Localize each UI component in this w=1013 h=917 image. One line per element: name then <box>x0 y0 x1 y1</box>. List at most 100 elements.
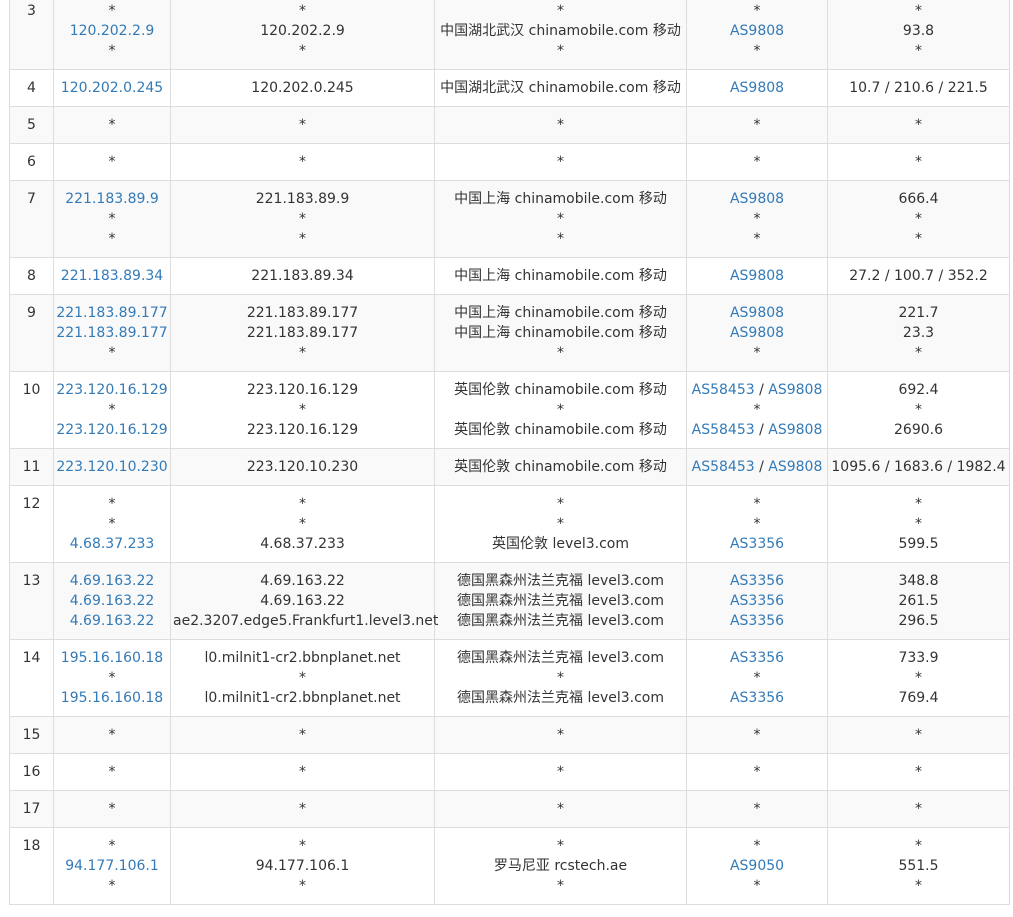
latency-cell: 27.2 / 100.7 / 352.2 <box>827 257 1010 295</box>
asn-link[interactable]: AS9808 <box>730 23 784 39</box>
hop-row: 17 * * * * * <box>9 790 1010 828</box>
asn-line: * <box>689 152 825 172</box>
latency-text: * <box>915 402 922 418</box>
ip-address-link[interactable]: 223.120.10.230 <box>56 457 168 477</box>
latency-text: * <box>915 764 922 780</box>
asn-link[interactable]: AS58453 <box>692 422 755 438</box>
asn-link[interactable]: AS9808 <box>768 422 822 438</box>
asn-line: AS9050 <box>689 856 825 876</box>
latency-text: 692.4 <box>898 382 939 398</box>
latency-cell: 666.4 * * <box>827 180 1010 258</box>
asn-line: AS3356 <box>689 688 825 708</box>
ip-address-link[interactable]: 120.202.0.245 <box>56 78 168 98</box>
latency-cell: * 93.8 * <box>827 0 1010 70</box>
latency-text: * <box>915 801 922 817</box>
ip-address-link[interactable]: 195.16.160.18 <box>56 688 168 708</box>
ip-address-link[interactable]: 221.183.89.177 <box>56 323 168 343</box>
latency-text: 221.7 <box>898 305 939 321</box>
asn-link[interactable]: AS3356 <box>730 690 784 706</box>
ip-address-link[interactable]: 221.183.89.177 <box>56 303 168 323</box>
location-text: 英国伦敦 level3.com <box>492 536 629 552</box>
asn-line: * <box>689 799 825 819</box>
hostname-text: * <box>299 231 306 247</box>
asn-link[interactable]: AS3356 <box>730 613 784 629</box>
hop-number: 13 <box>9 562 54 640</box>
asn-link[interactable]: AS9808 <box>768 382 822 398</box>
ip-address-text: * <box>108 3 116 19</box>
hostname-text: 4.69.163.22 <box>260 593 345 609</box>
ip-address-cell: * * 4.68.37.233 <box>53 485 171 563</box>
asn-text: * <box>753 516 761 532</box>
ip-address-link[interactable]: 223.120.16.129 <box>56 380 168 400</box>
ip-address-cell: 195.16.160.18 * 195.16.160.18 <box>53 639 171 717</box>
hostname-text: * <box>299 764 306 780</box>
latency-text: 599.5 <box>898 536 939 552</box>
hop-number: 8 <box>9 257 54 295</box>
asn-link[interactable]: AS3356 <box>730 536 784 552</box>
hostname-cell: 221.183.89.177 221.183.89.177 * <box>170 294 435 372</box>
ip-address-link[interactable]: 4.69.163.22 <box>56 571 168 591</box>
location-text: 中国上海 chinamobile.com 移动 <box>454 191 667 207</box>
ip-address-link[interactable]: 195.16.160.18 <box>56 648 168 668</box>
ip-address-text: * <box>108 402 116 418</box>
asn-link[interactable]: AS9808 <box>730 325 784 341</box>
asn-cell: * AS9808 * <box>686 0 828 70</box>
latency-text: 551.5 <box>898 858 939 874</box>
latency-text: 1095.6 / 1683.6 / 1982.4 <box>831 459 1006 475</box>
asn-link[interactable]: AS9808 <box>730 268 784 284</box>
location-cell: 德国黑森州法兰克福 level3.com * 德国黑森州法兰克福 level3.co… <box>434 639 687 717</box>
ip-address-cell: 221.183.89.177 221.183.89.177 * <box>53 294 171 372</box>
ip-address-text: * <box>108 345 116 361</box>
ip-address-text: * <box>108 801 116 817</box>
hostname-cell: * <box>170 716 435 754</box>
asn-line: AS9808 <box>689 303 825 323</box>
ip-address-link[interactable]: 223.120.16.129 <box>56 420 168 440</box>
ip-address-link[interactable]: 94.177.106.1 <box>56 856 168 876</box>
hop-number: 6 <box>9 143 54 181</box>
latency-text: * <box>915 838 922 854</box>
ip-address-link[interactable]: 120.202.2.9 <box>56 21 168 41</box>
asn-link[interactable]: AS9808 <box>768 459 822 475</box>
asn-text: * <box>753 43 761 59</box>
hostname-text: * <box>299 117 306 133</box>
ip-address-link[interactable]: 221.183.89.9 <box>56 189 168 209</box>
hop-number: 9 <box>9 294 54 372</box>
ip-address-link[interactable]: 4.69.163.22 <box>56 591 168 611</box>
hop-number: 7 <box>9 180 54 258</box>
asn-link[interactable]: AS3356 <box>730 650 784 666</box>
latency-text: 348.8 <box>898 573 939 589</box>
asn-link[interactable]: AS58453 <box>692 382 755 398</box>
asn-text: * <box>753 211 761 227</box>
ip-address-text: * <box>108 43 116 59</box>
location-text: * <box>557 727 564 743</box>
asn-text: * <box>753 3 761 19</box>
asn-line: AS58453 / AS9808 <box>689 420 825 440</box>
asn-link[interactable]: AS3356 <box>730 593 784 609</box>
location-text: * <box>557 154 564 170</box>
asn-link[interactable]: AS3356 <box>730 573 784 589</box>
location-cell: 中国上海 chinamobile.com 移动 <box>434 257 687 295</box>
asn-cell: AS9808 <box>686 69 828 107</box>
asn-link[interactable]: AS9808 <box>730 305 784 321</box>
asn-text: * <box>753 670 761 686</box>
asn-text: * <box>753 154 761 170</box>
asn-link[interactable]: AS9050 <box>730 858 784 874</box>
hostname-text: 94.177.106.1 <box>255 858 350 874</box>
asn-line: AS3356 <box>689 611 825 631</box>
hop-row: 7 221.183.89.9 * * 221.183.89.9 * * 中国上海 chinam… <box>9 180 1010 258</box>
asn-text: * <box>753 231 761 247</box>
latency-cell: * <box>827 790 1010 828</box>
ip-address-cell: * <box>53 753 171 791</box>
asn-link[interactable]: AS58453 <box>692 459 755 475</box>
asn-link[interactable]: AS9808 <box>730 191 784 207</box>
ip-address-link[interactable]: 4.68.37.233 <box>56 534 168 554</box>
latency-cell: * * 599.5 <box>827 485 1010 563</box>
asn-cell: * <box>686 106 828 144</box>
asn-link[interactable]: AS9808 <box>730 80 784 96</box>
location-text: 中国上海 chinamobile.com 移动 <box>454 325 667 341</box>
ip-address-link[interactable]: 221.183.89.34 <box>56 266 168 286</box>
location-cell: * <box>434 716 687 754</box>
asn-line: AS3356 <box>689 571 825 591</box>
ip-address-link[interactable]: 4.69.163.22 <box>56 611 168 631</box>
asn-line: AS3356 <box>689 591 825 611</box>
